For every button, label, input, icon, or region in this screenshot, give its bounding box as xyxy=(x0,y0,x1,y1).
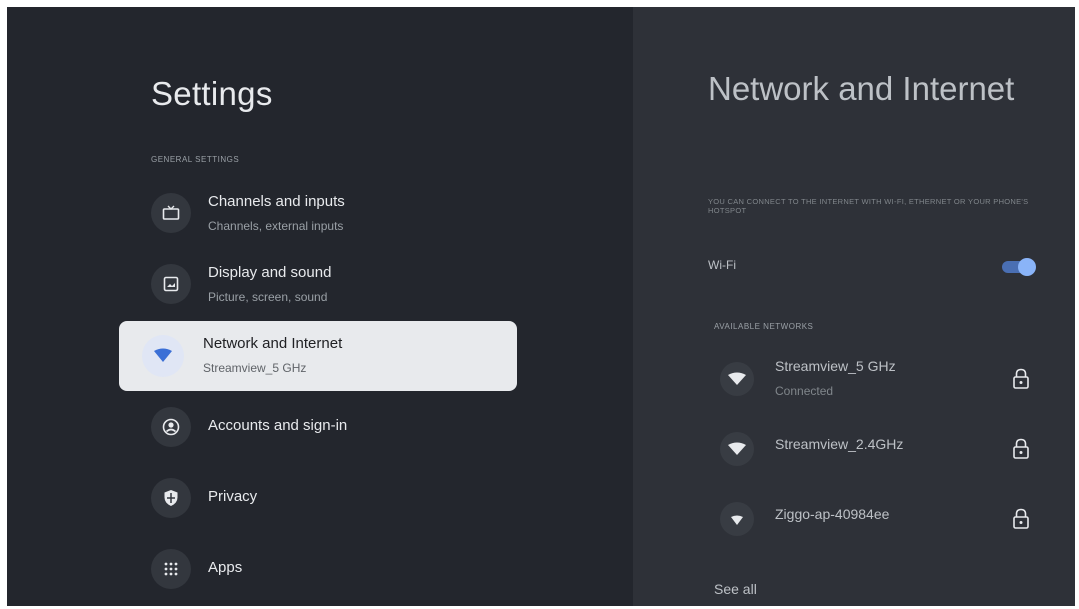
see-all-link[interactable]: See all xyxy=(714,581,757,597)
menu-item-display-sound[interactable]: Display and sound Picture, screen, sound xyxy=(151,264,531,324)
menu-item-label: Privacy xyxy=(208,488,258,505)
account-icon xyxy=(151,407,191,447)
menu-item-label: Network and Internet xyxy=(203,335,343,352)
settings-title: Settings xyxy=(151,75,273,112)
menu-item-label: Accounts and sign-in xyxy=(208,417,348,434)
toggle-knob xyxy=(1018,258,1036,276)
apps-grid-icon xyxy=(151,549,191,589)
lock-icon xyxy=(1012,508,1030,535)
wifi-signal-icon xyxy=(720,362,754,396)
menu-item-label: Apps xyxy=(208,559,243,576)
tv-icon xyxy=(151,193,191,233)
available-networks-label: AVAILABLE NETWORKS xyxy=(714,322,814,331)
lock-icon xyxy=(1012,438,1030,465)
network-status: Connected xyxy=(775,384,834,398)
network-panel-title: Network and Internet xyxy=(708,70,1015,107)
network-description: YOU CAN CONNECT TO THE INTERNET WITH WI-… xyxy=(708,197,1029,215)
network-name: Streamview_5 GHz xyxy=(775,358,896,374)
general-settings-label: GENERAL SETTINGS xyxy=(151,155,240,164)
menu-item-subtitle: Streamview_5 GHz xyxy=(203,361,307,375)
wifi-toggle[interactable] xyxy=(1002,258,1036,276)
network-name: Streamview_2.4GHz xyxy=(775,436,904,452)
wifi-toggle-label: Wi-Fi xyxy=(708,258,736,272)
network-name: Ziggo-ap-40984ee xyxy=(775,506,890,522)
menu-item-label: Channels and inputs xyxy=(208,193,345,210)
menu-item-network-internet[interactable]: Network and Internet Streamview_5 GHz xyxy=(119,321,517,391)
menu-item-subtitle: Channels, external inputs xyxy=(208,219,344,233)
network-item-streamview-5ghz[interactable]: Streamview_5 GHz Connected xyxy=(714,356,1054,406)
menu-item-accounts-signin[interactable]: Accounts and sign-in xyxy=(151,407,531,467)
wifi-signal-icon xyxy=(720,502,754,536)
menu-item-channels-inputs[interactable]: Channels and inputs Channels, external i… xyxy=(151,193,531,253)
menu-item-apps[interactable]: Apps xyxy=(151,549,531,609)
menu-item-label: Display and sound xyxy=(208,264,332,281)
wifi-icon xyxy=(142,335,184,377)
lock-icon xyxy=(1012,368,1030,395)
menu-item-privacy[interactable]: Privacy xyxy=(151,478,531,538)
menu-item-subtitle: Picture, screen, sound xyxy=(208,290,328,304)
network-item-streamview-24ghz[interactable]: Streamview_2.4GHz xyxy=(714,426,1054,476)
wifi-signal-icon xyxy=(720,432,754,466)
network-item-ziggo[interactable]: Ziggo-ap-40984ee xyxy=(714,496,1054,546)
display-icon xyxy=(151,264,191,304)
shield-icon xyxy=(151,478,191,518)
